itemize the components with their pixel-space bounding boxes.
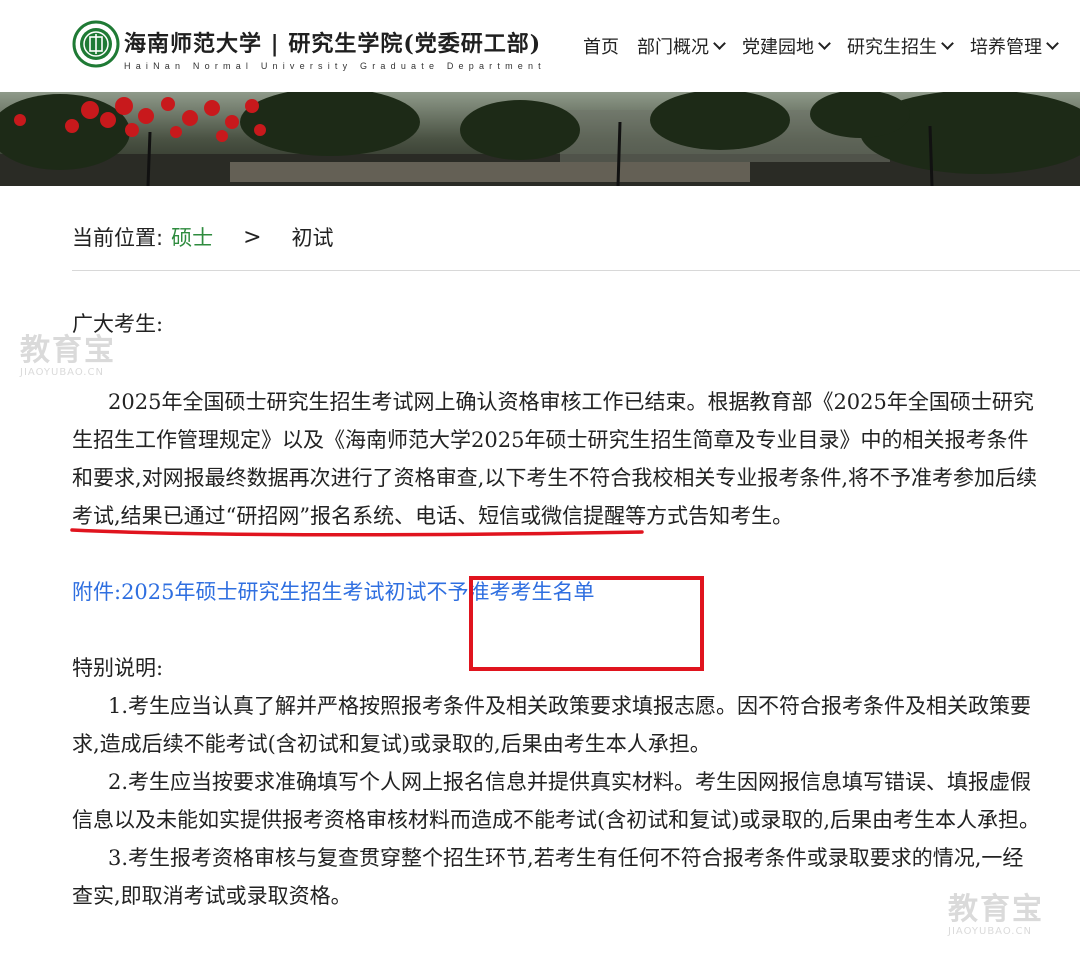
nav-item-party-building[interactable]: 党建园地 (742, 33, 831, 59)
nav-item-label: 培养管理 (970, 37, 1042, 58)
nav-item-label: 部门概况 (637, 37, 709, 58)
chevron-down-icon (818, 37, 831, 50)
special-note-item: 3.考生报考资格审核与复查贯穿整个招生环节,若考生有任何不符合报考条件或录取要求… (72, 846, 1024, 908)
university-logo[interactable] (72, 20, 120, 68)
watermark-domain: JIAOYUBAO.CN (948, 926, 1032, 937)
breadcrumb-separator: > (243, 224, 262, 250)
breadcrumb-prefix: 当前位置: (72, 226, 164, 250)
site-header: 海南师范大学 | 研究生学院(党委研工部) HaiNan Normal Univ… (0, 0, 1080, 92)
breadcrumb: 当前位置: 硕士 > 初试 (72, 222, 334, 252)
campus-banner-image (0, 92, 1080, 186)
chevron-down-icon (1046, 37, 1059, 50)
article-greeting: 广大考生: (72, 312, 164, 336)
nav-item-home[interactable]: 首页 (583, 33, 619, 59)
brand-chinese-name: 海南师范大学 | 研究生学院(党委研工部) (124, 31, 542, 57)
chevron-down-icon (713, 37, 726, 50)
site-brand[interactable]: 海南师范大学 | 研究生学院(党委研工部) HaiNan Normal Univ… (124, 26, 546, 71)
special-note-item: 1.考生应当认真了解并严格按照报考条件及相关政策要求填报志愿。因不符合报考条件及… (72, 694, 1032, 756)
nav-item-label: 研究生招生 (847, 37, 937, 58)
watermark-top-left: 教育宝 JIAOYUBAO.CN (20, 325, 116, 378)
breadcrumb-current: 初试 (291, 226, 334, 250)
special-notes-title: 特别说明: (72, 656, 164, 680)
brand-english-name: HaiNan Normal University Graduate Depart… (124, 61, 546, 71)
watermark-brand: 教育宝 (20, 333, 116, 368)
nav-item-label: 首页 (583, 37, 619, 58)
breadcrumb-link-masters[interactable]: 硕士 (171, 222, 213, 252)
banner-photo (0, 92, 1080, 186)
watermark-domain: JIAOYUBAO.CN (20, 367, 104, 378)
nav-item-training-management[interactable]: 培养管理 (970, 33, 1059, 59)
attachment-link[interactable]: 附件:2025年硕士研究生招生考试初试不予准考考生名单 (72, 573, 1042, 611)
main-nav: 首页 部门概况 党建园地 研究生招生 培养管理 (583, 33, 1075, 59)
chevron-down-icon (941, 37, 954, 50)
breadcrumb-divider (72, 270, 1080, 271)
article-body: 广大考生: 2025年全国硕士研究生招生考试网上确认资格审核工作已结束。根据教育… (72, 305, 1042, 915)
watermark-brand: 教育宝 (948, 892, 1044, 927)
nav-item-label: 党建园地 (742, 37, 814, 58)
nav-item-department-overview[interactable]: 部门概况 (637, 33, 726, 59)
watermark-bottom-right: 教育宝 JIAOYUBAO.CN (948, 884, 1044, 937)
nav-item-graduate-admission[interactable]: 研究生招生 (847, 33, 954, 59)
article-intro-paragraph: 2025年全国硕士研究生招生考试网上确认资格审核工作已结束。根据教育部《2025… (72, 390, 1038, 528)
special-note-item: 2.考生应当按要求准确填写个人网上报名信息并提供真实材料。考生因网报信息填写错误… (72, 770, 1041, 832)
